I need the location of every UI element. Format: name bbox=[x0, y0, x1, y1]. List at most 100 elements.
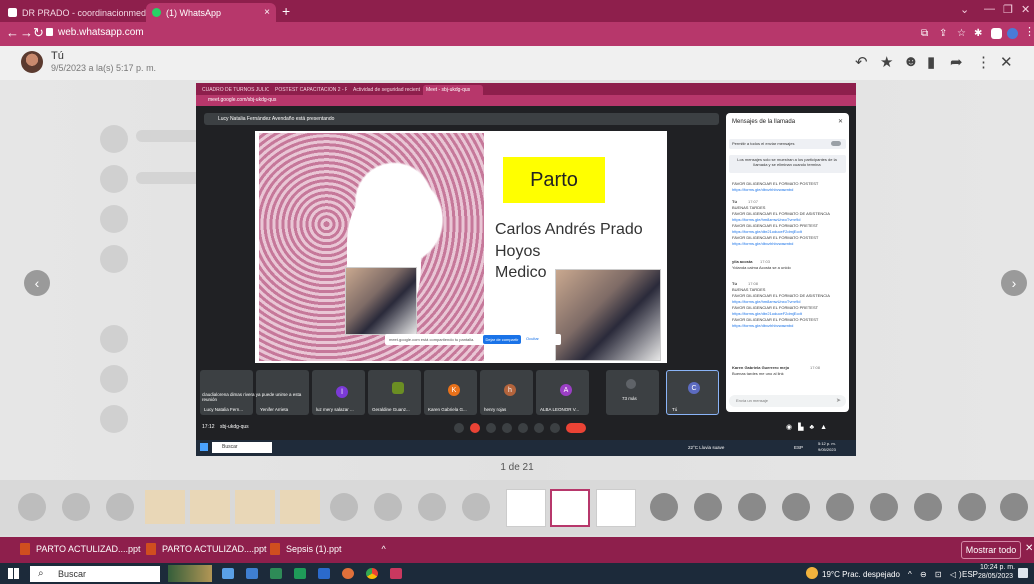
doctor-photo-large bbox=[555, 269, 661, 361]
participant-avatar: C bbox=[688, 382, 700, 394]
next-media-button[interactable]: › bbox=[1001, 270, 1027, 296]
previous-media-button[interactable]: ‹ bbox=[24, 270, 50, 296]
thumbnail-download[interactable] bbox=[418, 493, 446, 521]
meet-side-icons: ◉▙♣▲ bbox=[786, 424, 834, 431]
thumbnail-download[interactable] bbox=[738, 493, 766, 521]
back-arrow-icon[interactable]: ← bbox=[6, 25, 19, 40]
participant-name: henry rojas bbox=[484, 407, 507, 412]
sidebar-icon[interactable] bbox=[991, 28, 1002, 39]
star-icon[interactable]: ☆ bbox=[957, 28, 968, 39]
close-window-icon[interactable]: ✕ bbox=[1021, 3, 1030, 16]
participant-avatar: A bbox=[560, 384, 572, 396]
close-icon[interactable]: ✕ bbox=[1000, 53, 1013, 71]
inner-address-bar bbox=[196, 95, 856, 106]
chat-link: https://forms.gle/hm8zmwUnxoTvmr9d bbox=[732, 299, 801, 304]
participant-avatar: K bbox=[448, 384, 460, 396]
taskbar-search[interactable]: Buscar bbox=[30, 566, 160, 582]
close-downloads-icon[interactable]: ✕ bbox=[1025, 543, 1033, 554]
forward-icon[interactable]: ➦ bbox=[950, 53, 963, 71]
participant-avatar: h bbox=[504, 384, 516, 396]
install-icon[interactable]: ⧉ bbox=[921, 28, 932, 39]
thumbnail-download[interactable] bbox=[62, 493, 90, 521]
taskbar-widget[interactable] bbox=[168, 565, 212, 582]
star-icon[interactable]: ★ bbox=[880, 53, 893, 71]
store-icon[interactable] bbox=[270, 568, 282, 579]
chat-author: Tú bbox=[732, 281, 737, 286]
windows-start-icon[interactable] bbox=[8, 568, 19, 579]
thumbnail[interactable] bbox=[280, 490, 320, 524]
thumbnail-download[interactable] bbox=[826, 493, 854, 521]
thumbnail-download[interactable] bbox=[18, 493, 46, 521]
avatar[interactable] bbox=[21, 51, 43, 73]
task-view-icon[interactable] bbox=[222, 568, 234, 579]
language-indicator[interactable]: ESP bbox=[962, 570, 978, 579]
thumbnail[interactable] bbox=[235, 490, 275, 524]
thumbnail-download[interactable] bbox=[958, 493, 986, 521]
inner-tab: Meet - sbj-ukdg-qus bbox=[423, 85, 483, 95]
thumbnail-image-current[interactable] bbox=[550, 489, 590, 527]
close-tab-icon[interactable]: × bbox=[264, 7, 270, 18]
ppt-file-icon bbox=[20, 543, 30, 555]
thumbnail-download[interactable] bbox=[650, 493, 678, 521]
tab-whatsapp[interactable]: (1) WhatsApp × bbox=[146, 3, 276, 22]
toggle-label: Permitir a todos el enviar mensajes bbox=[732, 141, 795, 146]
inner-taskbar bbox=[196, 440, 856, 456]
download-item[interactable]: PARTO ACTULIZAD....ppt ^ bbox=[20, 543, 153, 555]
taskbar-date[interactable]: 28/05/2023 bbox=[978, 573, 1013, 580]
thumbnail-download[interactable] bbox=[694, 493, 722, 521]
thumbnail[interactable] bbox=[190, 490, 230, 524]
thumbnail-download[interactable] bbox=[1000, 493, 1028, 521]
chevron-up-icon[interactable]: ^ bbox=[382, 544, 386, 554]
url-field[interactable]: web.whatsapp.com bbox=[58, 27, 144, 38]
download-item[interactable]: PARTO ACTULIZAD....ppt ^ bbox=[146, 543, 279, 555]
thumbnail-download[interactable] bbox=[106, 493, 134, 521]
join-toast: claudialorena dimas rivera ya puede unir… bbox=[202, 392, 302, 402]
close-icon: ✕ bbox=[838, 119, 844, 125]
chrome-icon[interactable] bbox=[366, 568, 378, 579]
chat-message: FAVOR DILIGENCIAR EL FORMATO POSTEST bbox=[732, 317, 819, 322]
system-tray-icons[interactable]: ^ ⊖ ⊡ ◁) bbox=[908, 570, 965, 579]
new-tab-button[interactable]: + bbox=[282, 3, 290, 19]
share-icon[interactable]: ⇪ bbox=[939, 28, 950, 39]
tab-dr-prado[interactable]: DR PRADO - coordinacionmedic × bbox=[2, 3, 152, 22]
forward-arrow-icon[interactable]: → bbox=[20, 25, 33, 40]
chat-input-placeholder: Envía un mensaje bbox=[736, 398, 769, 403]
maximize-icon[interactable]: ❐ bbox=[1003, 3, 1013, 16]
thumbnail-download[interactable] bbox=[870, 493, 898, 521]
chrome-profile-icon[interactable] bbox=[390, 568, 402, 579]
taskbar-time[interactable]: 10:24 p. m. bbox=[980, 564, 1015, 571]
participant-name: Yenifer Arrieta bbox=[260, 407, 289, 412]
explorer-icon[interactable] bbox=[246, 568, 258, 579]
powerpoint-icon[interactable] bbox=[342, 568, 354, 579]
thumbnail-download[interactable] bbox=[782, 493, 810, 521]
download-item[interactable]: Sepsis (1).ppt ^ bbox=[270, 543, 386, 555]
excel-icon[interactable] bbox=[294, 568, 306, 579]
profile-avatar[interactable] bbox=[1007, 28, 1018, 39]
more-options-icon[interactable]: ⋮ bbox=[976, 53, 991, 71]
blurred-avatar bbox=[100, 205, 128, 233]
emoji-icon[interactable]: ☻ bbox=[903, 53, 919, 70]
thumbnail-download[interactable] bbox=[374, 493, 402, 521]
meet-code: sbj-ukdg-qus bbox=[220, 424, 249, 430]
chat-message: FAVOR DILIGENCIAR EL FORMATO DE ASISTENC… bbox=[732, 293, 830, 298]
notifications-icon[interactable] bbox=[1018, 568, 1028, 578]
thumbnail-download[interactable] bbox=[330, 493, 358, 521]
thumbnail-image[interactable] bbox=[596, 489, 636, 527]
thumbnail[interactable] bbox=[145, 490, 185, 524]
delete-icon[interactable]: ▮ bbox=[927, 53, 935, 71]
thumbnail-image[interactable] bbox=[506, 489, 546, 527]
menu-icon[interactable]: ⋮ bbox=[1024, 25, 1034, 38]
show-all-downloads-button[interactable]: Mostrar todo bbox=[961, 541, 1021, 559]
extensions-icon[interactable]: ✱ bbox=[974, 28, 985, 39]
minimize-icon[interactable]: — bbox=[984, 3, 995, 15]
taskbar-weather[interactable]: 19°C Prac. despejado bbox=[822, 570, 900, 579]
reload-icon[interactable]: ↻ bbox=[33, 25, 44, 41]
word-icon[interactable] bbox=[318, 568, 330, 579]
ppt-file-icon bbox=[270, 543, 280, 555]
address-bar bbox=[0, 22, 1034, 46]
thumbnail-download[interactable] bbox=[462, 493, 490, 521]
reply-icon[interactable]: ↶ bbox=[855, 53, 868, 71]
chevron-down-icon[interactable]: ⌄ bbox=[960, 3, 969, 16]
thumbnail-download[interactable] bbox=[914, 493, 942, 521]
chat-time: 17:08 bbox=[810, 365, 821, 370]
